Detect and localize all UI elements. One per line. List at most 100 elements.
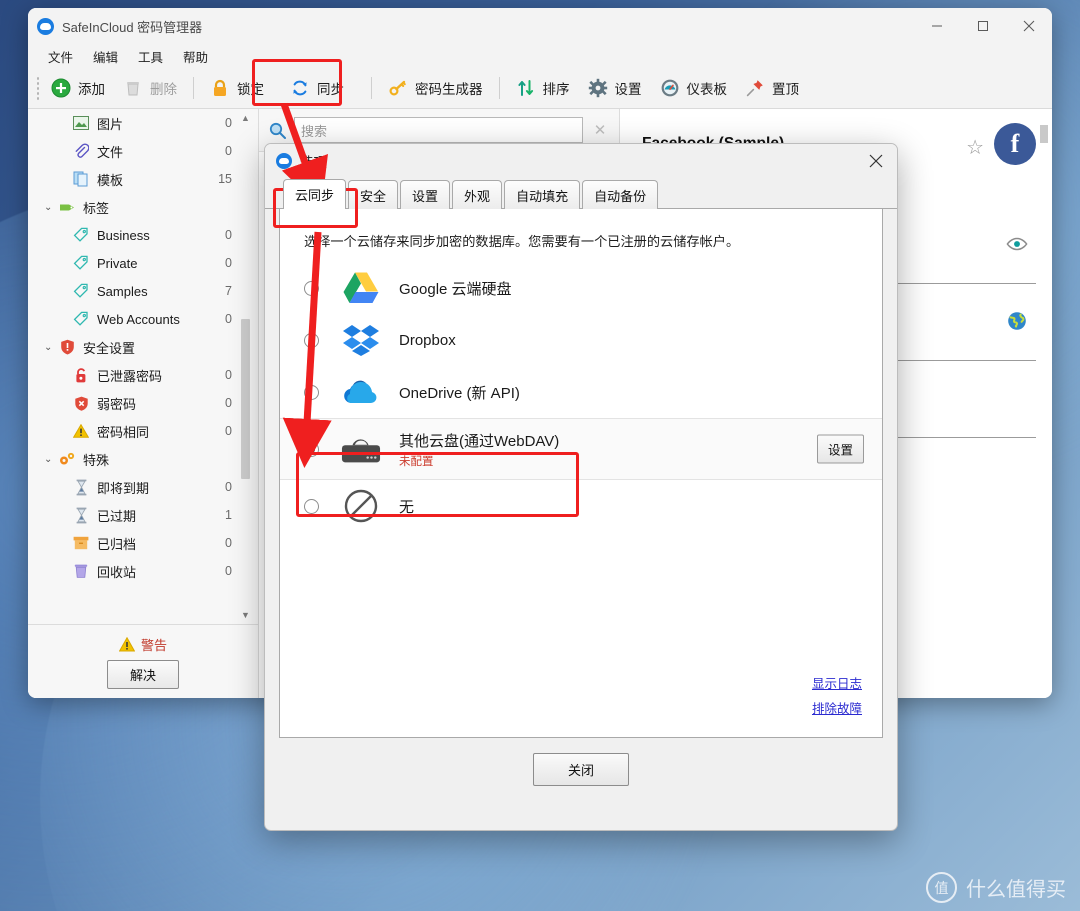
menu-file[interactable]: 文件 bbox=[38, 45, 83, 68]
tab-自动填充[interactable]: 自动填充 bbox=[504, 180, 580, 209]
sidebar-item-Private[interactable]: Private0 bbox=[28, 249, 258, 277]
radio-button[interactable] bbox=[304, 499, 319, 514]
dialog-close-button[interactable]: 关闭 bbox=[533, 753, 629, 786]
toolbar-lock-button[interactable]: 锁定 bbox=[201, 74, 273, 102]
close-button[interactable] bbox=[1006, 8, 1052, 44]
cloud-option-status: 未配置 bbox=[399, 453, 559, 469]
chevron-down-icon[interactable]: ⌄ bbox=[44, 342, 58, 353]
sidebar-item-特殊[interactable]: ⌄ 特殊 bbox=[28, 445, 258, 473]
eye-icon[interactable] bbox=[1006, 233, 1028, 255]
sidebar-item-Samples[interactable]: Samples7 bbox=[28, 277, 258, 305]
broken-lock-icon bbox=[72, 366, 90, 384]
tab-自动备份[interactable]: 自动备份 bbox=[582, 180, 658, 209]
scroll-up-icon[interactable]: ▲ bbox=[239, 111, 252, 125]
cloud-option-4[interactable]: 无 bbox=[280, 480, 882, 532]
sidebar-item-label: 模板 bbox=[97, 170, 218, 189]
toolbar-pin-label: 置顶 bbox=[772, 78, 799, 98]
show-log-link[interactable]: 显示日志 bbox=[812, 673, 862, 692]
warning-line: 警告 bbox=[119, 635, 167, 654]
menu-help[interactable]: 帮助 bbox=[173, 45, 218, 68]
radio-button[interactable] bbox=[304, 385, 319, 400]
maximize-button[interactable] bbox=[960, 8, 1006, 44]
chevron-down-icon[interactable]: ⌄ bbox=[44, 202, 58, 213]
title-bar: SafeInCloud 密码管理器 bbox=[28, 8, 1052, 44]
search-input[interactable]: 搜索 bbox=[294, 117, 583, 143]
sidebar-item-文件[interactable]: 文件0 bbox=[28, 137, 258, 165]
toolbar-password-generator-label: 密码生成器 bbox=[415, 78, 483, 98]
toolbar-sync-button[interactable]: 同步 bbox=[281, 74, 353, 102]
dashboard-icon bbox=[660, 78, 680, 98]
window-title: SafeInCloud 密码管理器 bbox=[62, 17, 202, 36]
cloud-option-label: Google 云端硬盘 bbox=[399, 278, 512, 299]
watermark-text: 什么值得买 bbox=[966, 873, 1066, 902]
globe-icon[interactable] bbox=[1006, 310, 1028, 332]
star-icon[interactable]: ☆ bbox=[966, 123, 984, 160]
configure-button[interactable]: 设置 bbox=[817, 435, 864, 464]
radio-button[interactable] bbox=[304, 333, 319, 348]
sidebar-item-label: 图片 bbox=[97, 114, 225, 133]
menu-edit[interactable]: 编辑 bbox=[83, 45, 128, 68]
tab-安全[interactable]: 安全 bbox=[348, 180, 398, 209]
sidebar-item-label: 特殊 bbox=[83, 450, 232, 469]
sidebar-scrollbar[interactable]: ▲ ▼ bbox=[239, 109, 252, 624]
detail-scrollbar[interactable] bbox=[1038, 111, 1050, 155]
sidebar-item-标签[interactable]: ⌄ 标签 bbox=[28, 193, 258, 221]
tag-group-icon bbox=[58, 198, 76, 216]
toolbar-dashboard-button[interactable]: 仪表板 bbox=[651, 74, 737, 102]
onedrive-icon bbox=[341, 372, 381, 412]
sidebar-item-安全设置[interactable]: ⌄安全设置 bbox=[28, 333, 258, 361]
toolbar-settings-button[interactable]: 设置 bbox=[579, 74, 651, 102]
pin-icon bbox=[745, 78, 765, 98]
sidebar-item-图片[interactable]: 图片0 bbox=[28, 109, 258, 137]
sidebar-item-label: 标签 bbox=[83, 198, 232, 217]
sidebar-item-label: 文件 bbox=[97, 142, 225, 161]
sidebar-item-即将到期[interactable]: 即将到期0 bbox=[28, 473, 258, 501]
tab-云同步[interactable]: 云同步 bbox=[283, 179, 346, 209]
cloud-option-3[interactable]: 其他云盘(通过WebDAV)未配置设置 bbox=[280, 418, 882, 480]
image-icon bbox=[72, 114, 90, 132]
hourglass-icon bbox=[72, 478, 90, 496]
sidebar-item-模板[interactable]: 模板15 bbox=[28, 165, 258, 193]
dialog-close-icon[interactable] bbox=[863, 148, 889, 174]
tool-bar: 添加 删除 锁定 同步 bbox=[28, 68, 1052, 109]
radio-button[interactable] bbox=[304, 442, 319, 457]
sidebar-scroll-thumb[interactable] bbox=[241, 319, 250, 479]
toolbar-delete-button[interactable]: 删除 bbox=[114, 74, 186, 102]
minimize-button[interactable] bbox=[914, 8, 960, 44]
tab-外观[interactable]: 外观 bbox=[452, 180, 502, 209]
tab-设置[interactable]: 设置 bbox=[400, 180, 450, 209]
sidebar-item-回收站[interactable]: 回收站0 bbox=[28, 557, 258, 585]
sidebar-item-label: 已归档 bbox=[97, 534, 225, 553]
toolbar-add-button[interactable]: 添加 bbox=[42, 74, 114, 102]
toolbar-sort-button[interactable]: 排序 bbox=[507, 74, 579, 102]
cloud-option-2[interactable]: OneDrive (新 API) bbox=[280, 366, 882, 418]
toolbar-add-label: 添加 bbox=[78, 78, 105, 98]
sidebar-item-label: Web Accounts bbox=[97, 312, 225, 327]
cloud-option-0[interactable]: Google 云端硬盘 bbox=[280, 262, 882, 314]
sidebar-item-已归档[interactable]: 已归档0 bbox=[28, 529, 258, 557]
sidebar-item-Web Accounts[interactable]: Web Accounts0 bbox=[28, 305, 258, 333]
sidebar-item-弱密码[interactable]: 弱密码0 bbox=[28, 389, 258, 417]
toolbar-lock-label: 锁定 bbox=[237, 78, 264, 98]
toolbar-delete-label: 删除 bbox=[150, 78, 177, 98]
toolbar-pin-button[interactable]: 置顶 bbox=[736, 74, 808, 102]
search-clear-icon[interactable]: ✕ bbox=[591, 121, 609, 139]
radio-button[interactable] bbox=[304, 281, 319, 296]
sidebar-item-label: 已过期 bbox=[97, 506, 225, 525]
toolbar-grip[interactable] bbox=[36, 76, 40, 100]
chevron-down-icon[interactable]: ⌄ bbox=[44, 454, 58, 465]
toolbar-password-generator-button[interactable]: 密码生成器 bbox=[379, 74, 492, 102]
watermark: 值 什么值得买 bbox=[926, 872, 1066, 903]
google-drive-icon bbox=[341, 268, 381, 308]
sidebar-item-label: 密码相同 bbox=[97, 422, 225, 441]
cloud-option-1[interactable]: Dropbox bbox=[280, 314, 882, 366]
resolve-button[interactable]: 解决 bbox=[107, 660, 179, 689]
sidebar-item-已过期[interactable]: 已过期1 bbox=[28, 501, 258, 529]
scroll-down-icon[interactable]: ▼ bbox=[239, 608, 252, 622]
troubleshoot-link[interactable]: 排除故障 bbox=[812, 698, 862, 717]
sidebar-item-已泄露密码[interactable]: 已泄露密码0 bbox=[28, 361, 258, 389]
sidebar-item-密码相同[interactable]: 密码相同0 bbox=[28, 417, 258, 445]
cloud-option-label: Dropbox bbox=[399, 332, 456, 349]
menu-tools[interactable]: 工具 bbox=[128, 45, 173, 68]
sidebar-item-Business[interactable]: Business0 bbox=[28, 221, 258, 249]
